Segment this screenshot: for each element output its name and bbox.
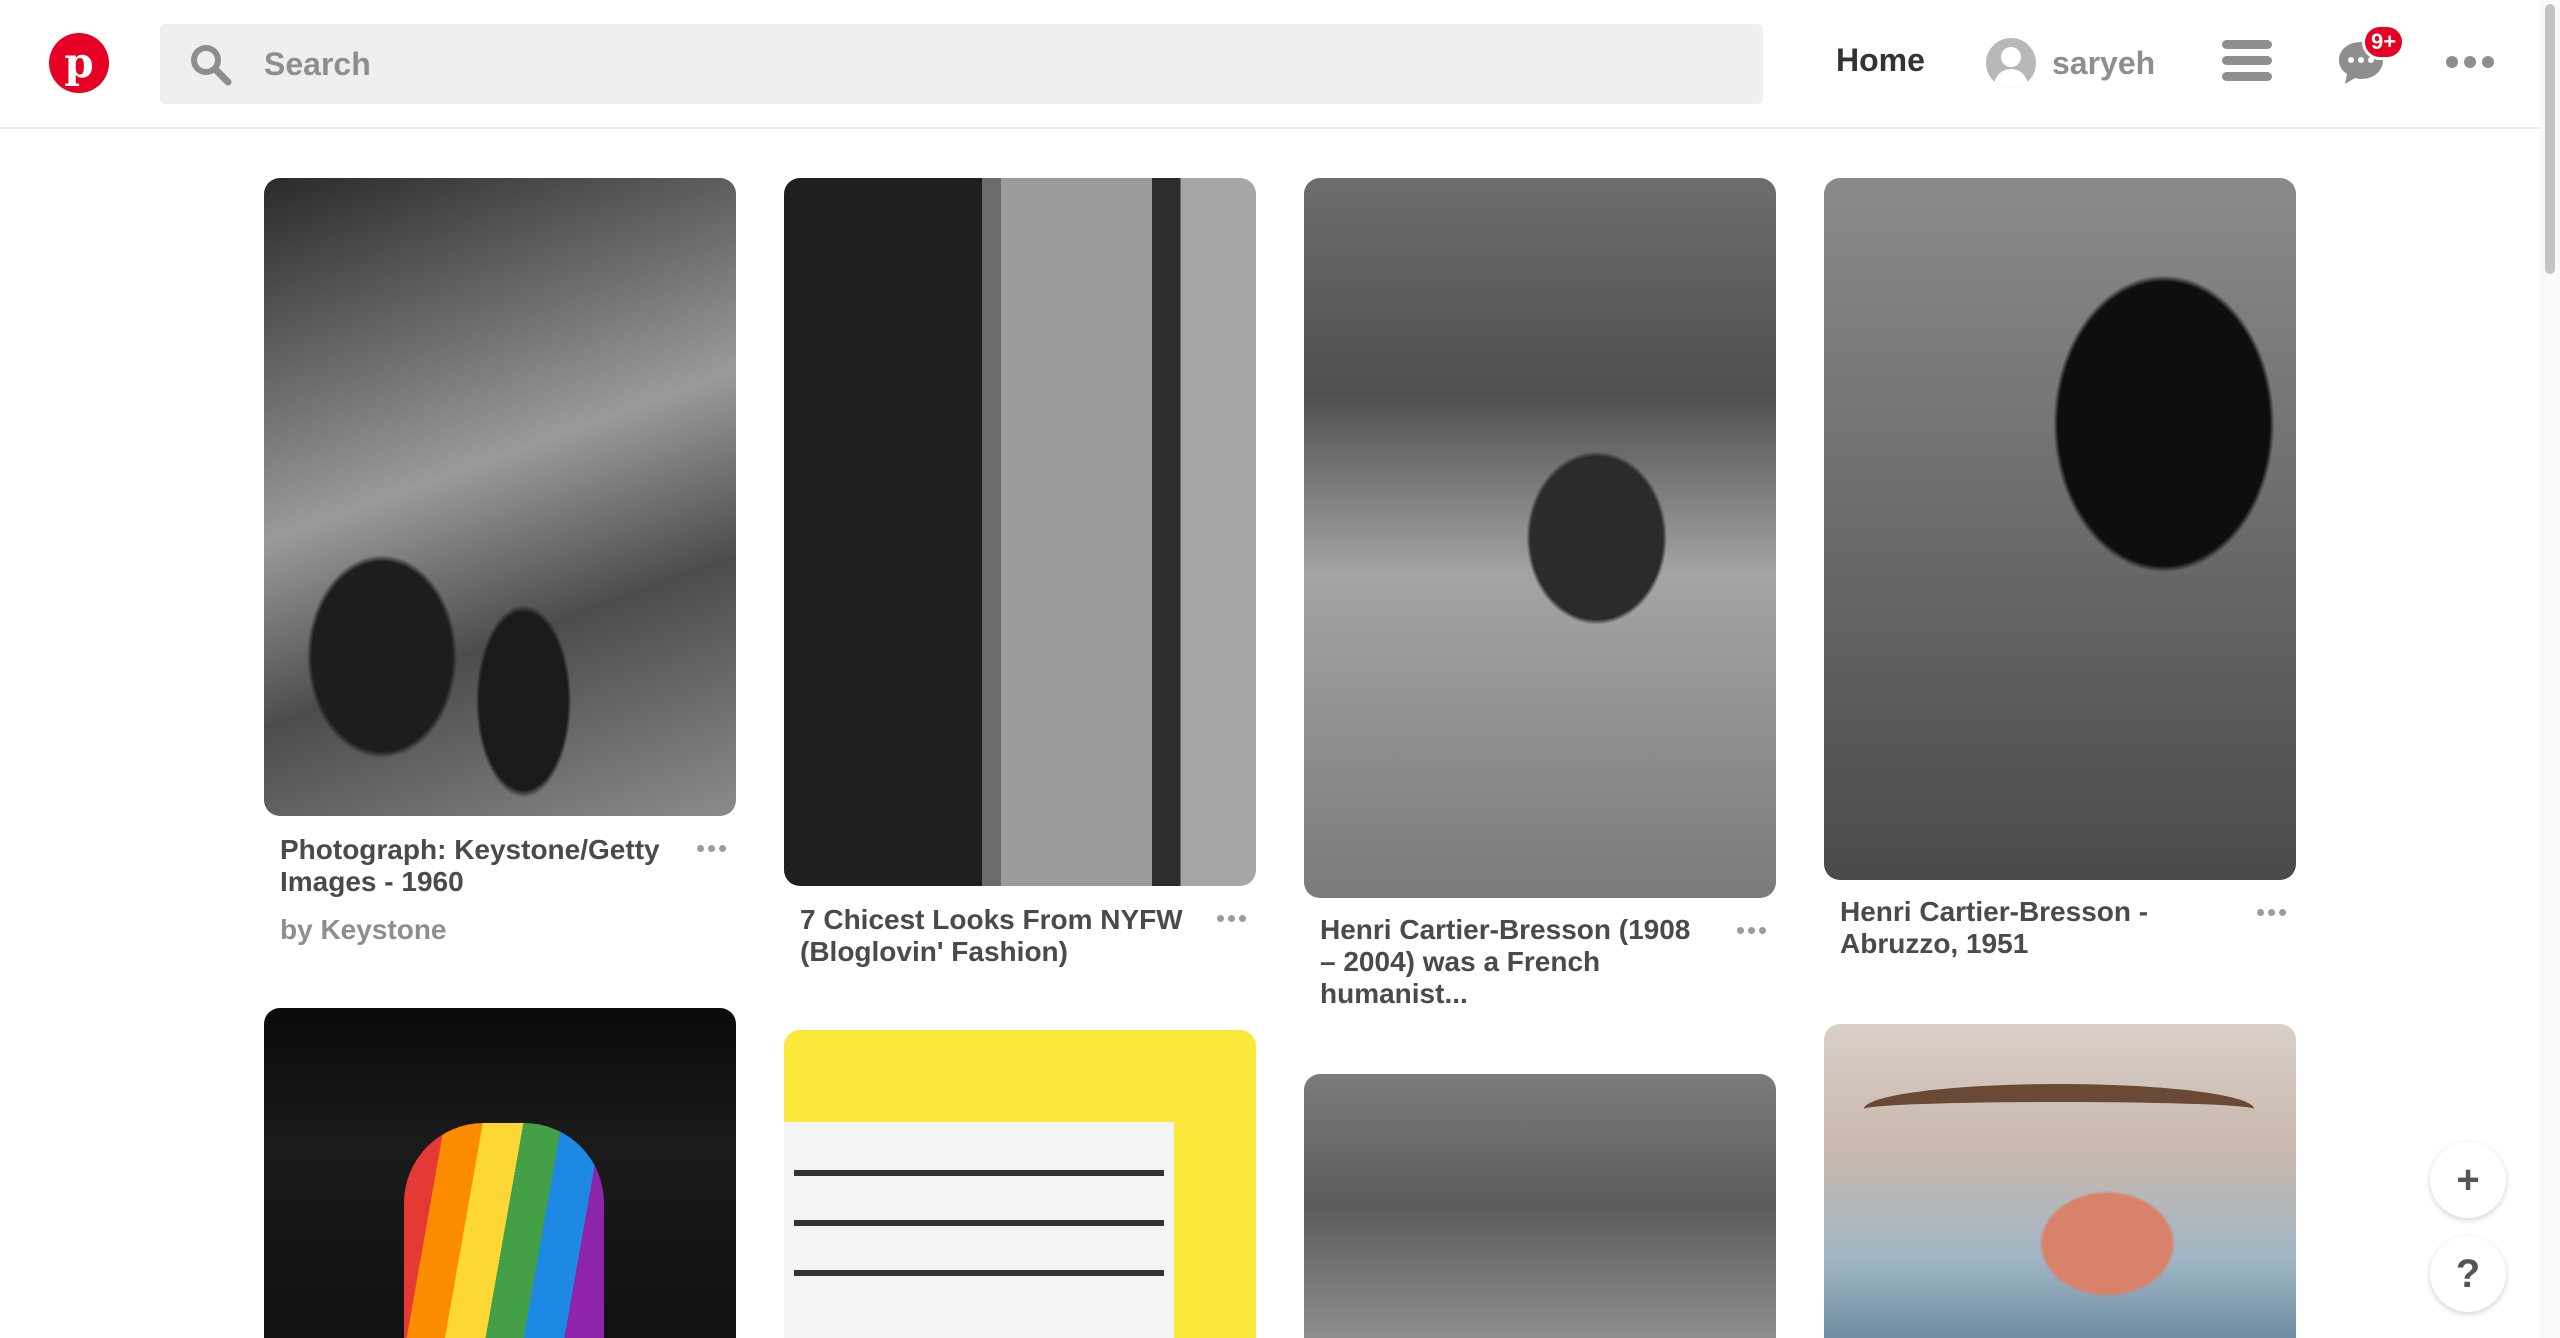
pin-title: Photograph: Keystone/Getty Images - 1960 [280,834,660,897]
home-link[interactable]: Home [1836,42,1925,79]
pin-image[interactable] [1824,178,2296,880]
menu-icon[interactable] [2222,40,2272,86]
pin-more-icon[interactable] [1217,915,1246,922]
add-pin-button[interactable]: + [2430,1142,2506,1218]
pin-image[interactable] [264,178,736,816]
top-header: p Home saryeh 9+ [0,0,2560,129]
pin-card[interactable] [784,1030,1256,1338]
pin-card[interactable] [1304,1074,1776,1338]
pin-title: Henri Cartier-Bresson (1908 – 2004) was … [1320,914,1691,1009]
scrollbar-thumb[interactable] [2545,4,2555,274]
pin-card[interactable] [1824,1024,2296,1338]
pin-image[interactable] [784,178,1256,886]
avatar-icon [1986,38,2036,88]
help-button[interactable]: ? [2430,1236,2506,1312]
notification-badge: 9+ [2362,24,2406,60]
pin-image[interactable] [264,1008,736,1338]
pin-card[interactable] [264,1008,736,1338]
pin-card[interactable]: 7 Chicest Looks From NYFW (Bloglovin' Fa… [784,178,1256,967]
search-bar[interactable] [160,24,1763,104]
search-input[interactable] [264,24,1724,104]
search-icon [191,45,232,86]
pin-more-icon[interactable] [1737,927,1766,934]
pinterest-logo-icon[interactable]: p [49,33,109,93]
pin-title: Henri Cartier-Bresson - Abruzzo, 1951 [1840,896,2149,959]
pin-more-icon[interactable] [697,845,726,852]
pin-card[interactable]: Henri Cartier-Bresson - Abruzzo, 1951 [1824,178,2296,959]
scrollbar[interactable] [2540,0,2560,1338]
profile-link[interactable]: saryeh [1986,36,2155,90]
username-label: saryeh [2052,44,2156,81]
pin-image[interactable] [1304,178,1776,898]
pin-image[interactable] [1824,1024,2296,1338]
svg-text:p: p [64,38,93,87]
pin-card[interactable]: Henri Cartier-Bresson (1908 – 2004) was … [1304,178,1776,1009]
pin-image[interactable] [1304,1074,1776,1338]
pin-image[interactable] [784,1030,1256,1338]
more-options-icon[interactable] [2446,56,2494,68]
pin-title: 7 Chicest Looks From NYFW (Bloglovin' Fa… [800,904,1183,967]
pin-card[interactable]: Photograph: Keystone/Getty Images - 1960… [264,178,736,945]
pin-more-icon[interactable] [2257,909,2286,916]
pin-attribution[interactable]: by Keystone [280,914,447,946]
